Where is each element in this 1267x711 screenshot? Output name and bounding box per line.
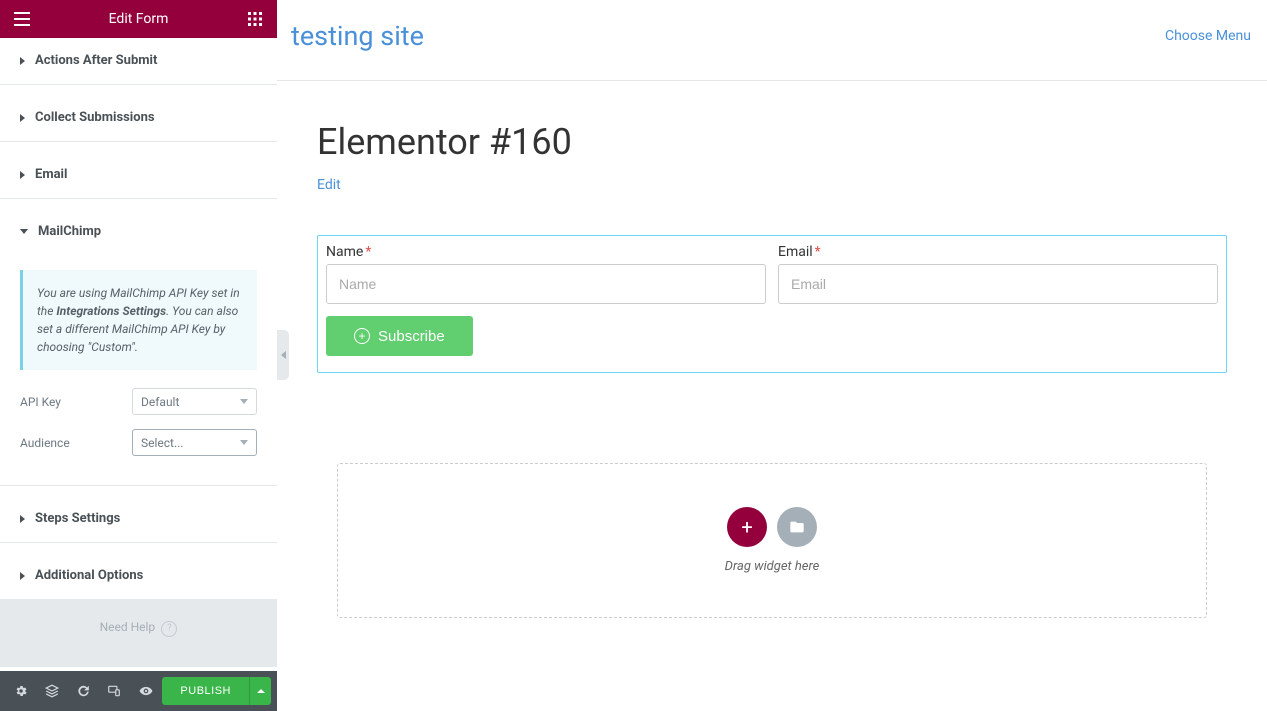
submit-row: + Subscribe xyxy=(326,316,1218,356)
history-button[interactable] xyxy=(69,676,98,706)
mailchimp-info-box: You are using MailChimp API Key set in t… xyxy=(20,270,257,370)
label-text: Email xyxy=(778,244,813,260)
control-api-key: API Key Default xyxy=(20,388,257,415)
add-section-button[interactable]: + xyxy=(727,507,767,547)
section-toggle[interactable]: Email xyxy=(0,152,277,198)
audience-select[interactable]: Select... xyxy=(132,429,257,456)
publish-options-button[interactable] xyxy=(249,677,271,705)
api-key-label: API Key xyxy=(20,395,61,409)
email-field: Email* xyxy=(778,244,1218,304)
dropzone-buttons: + xyxy=(727,507,817,547)
name-field: Name* xyxy=(326,244,766,304)
section-additional-options: Additional Options xyxy=(0,553,277,600)
apps-grid-icon[interactable] xyxy=(243,7,267,31)
need-help-link[interactable]: Need Help xyxy=(100,620,156,634)
section-mailchimp: MailChimp You are using MailChimp API Ke… xyxy=(0,209,277,486)
help-icon[interactable]: ? xyxy=(161,621,177,637)
caret-down-icon xyxy=(20,229,28,234)
caret-right-icon xyxy=(20,171,25,179)
label-text: Name xyxy=(326,244,363,260)
navigator-button[interactable] xyxy=(37,676,66,706)
section-label: Collect Submissions xyxy=(35,110,155,125)
menu-icon[interactable] xyxy=(10,7,34,31)
chevron-down-icon xyxy=(240,399,248,404)
name-label: Name* xyxy=(326,244,766,260)
sidebar-accordion: Actions After Submit Collect Submissions… xyxy=(0,38,277,671)
name-input[interactable] xyxy=(326,264,766,304)
section-actions-after-submit: Actions After Submit xyxy=(0,38,277,85)
page-title: Elementor #160 xyxy=(317,121,1227,163)
section-toggle[interactable]: Collect Submissions xyxy=(0,95,277,141)
section-collect-submissions: Collect Submissions xyxy=(0,95,277,142)
sidebar: Edit Form Actions After Submit Collect S… xyxy=(0,0,277,711)
site-header: testing site Choose Menu xyxy=(277,0,1267,81)
chevron-left-icon xyxy=(281,351,286,359)
edit-link[interactable]: Edit xyxy=(317,177,341,193)
section-label: Actions After Submit xyxy=(35,53,157,68)
sidebar-header: Edit Form xyxy=(0,0,277,38)
email-input[interactable] xyxy=(778,264,1218,304)
section-label: MailChimp xyxy=(38,224,101,239)
dropzone-text: Drag widget here xyxy=(725,559,820,574)
audience-label: Audience xyxy=(20,436,70,450)
section-label: Email xyxy=(35,167,67,182)
caret-right-icon xyxy=(20,57,25,65)
select-value: Default xyxy=(141,395,179,409)
template-library-button[interactable] xyxy=(777,507,817,547)
choose-menu-link[interactable]: Choose Menu xyxy=(1165,28,1251,44)
sidebar-footer: PUBLISH xyxy=(0,671,277,711)
preview-button[interactable] xyxy=(131,676,160,706)
required-asterisk: * xyxy=(365,244,371,260)
subscribe-button[interactable]: + Subscribe xyxy=(326,316,473,356)
caret-right-icon xyxy=(20,515,25,523)
section-toggle[interactable]: MailChimp xyxy=(0,209,277,255)
caret-right-icon xyxy=(20,114,25,122)
publish-group: PUBLISH xyxy=(162,677,271,705)
site-title[interactable]: testing site xyxy=(291,20,424,52)
widget-dropzone[interactable]: + Drag widget here xyxy=(337,463,1207,618)
chevron-down-icon xyxy=(240,440,248,445)
subscribe-label: Subscribe xyxy=(378,328,445,345)
select-value: Select... xyxy=(141,436,183,450)
caret-up-icon xyxy=(257,689,265,693)
page-body: Elementor #160 Edit Name* Email* + Subsc… xyxy=(277,81,1267,658)
settings-button[interactable] xyxy=(6,676,35,706)
help-row: Need Help ? xyxy=(0,600,277,667)
section-toggle[interactable]: Actions After Submit xyxy=(0,38,277,84)
section-toggle[interactable]: Steps Settings xyxy=(0,496,277,542)
section-label: Steps Settings xyxy=(35,511,120,526)
form-widget[interactable]: Name* Email* + Subscribe xyxy=(317,235,1227,373)
section-label: Additional Options xyxy=(35,568,143,583)
plus-circle-icon: + xyxy=(354,328,370,344)
section-toggle[interactable]: Additional Options xyxy=(0,553,277,599)
email-label: Email* xyxy=(778,244,1218,260)
responsive-button[interactable] xyxy=(100,676,129,706)
collapse-sidebar-button[interactable] xyxy=(277,330,289,380)
preview-area: testing site Choose Menu Elementor #160 … xyxy=(277,0,1267,711)
sidebar-title: Edit Form xyxy=(109,11,169,27)
api-key-select[interactable]: Default xyxy=(132,388,257,415)
info-bold: Integrations Settings xyxy=(56,304,166,318)
publish-button[interactable]: PUBLISH xyxy=(162,677,249,705)
control-audience: Audience Select... xyxy=(20,429,257,456)
required-asterisk: * xyxy=(815,244,821,260)
section-steps-settings: Steps Settings xyxy=(0,496,277,543)
caret-right-icon xyxy=(20,572,25,580)
section-email: Email xyxy=(0,152,277,199)
section-body-mailchimp: You are using MailChimp API Key set in t… xyxy=(0,255,277,485)
